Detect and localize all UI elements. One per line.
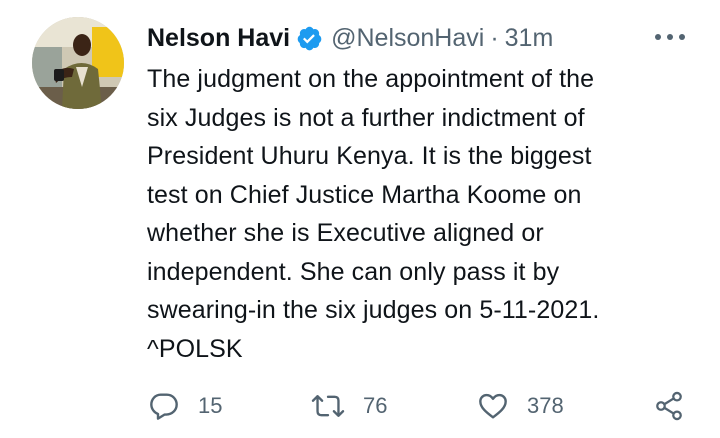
- avatar[interactable]: [32, 17, 124, 109]
- tweet-actions: 15 76 378: [0, 388, 720, 424]
- separator-dot: ·: [490, 23, 499, 52]
- display-name[interactable]: Nelson Havi: [147, 24, 290, 53]
- tweet-text: The judgment on the appointment of the s…: [147, 65, 600, 363]
- like-count: 378: [527, 393, 564, 418]
- retweet-count: 76: [363, 393, 388, 418]
- tweet-header: Nelson Havi @NelsonHavi · 31m: [147, 20, 553, 56]
- user-handle[interactable]: @NelsonHavi: [331, 24, 484, 53]
- timestamp[interactable]: 31m: [505, 24, 554, 53]
- share-button[interactable]: [653, 388, 685, 424]
- retweet-icon: [311, 390, 345, 422]
- like-button[interactable]: 378: [477, 388, 564, 424]
- reply-icon: [148, 390, 180, 422]
- reply-count: 15: [198, 393, 223, 418]
- tweet-card[interactable]: Nelson Havi @NelsonHavi · 31m The judgme…: [0, 0, 720, 438]
- retweet-button[interactable]: 76: [311, 388, 387, 424]
- heart-icon: [477, 390, 509, 422]
- more-options-icon[interactable]: [652, 27, 688, 47]
- reply-button[interactable]: 15: [148, 388, 222, 424]
- avatar-photo: [32, 17, 124, 109]
- verified-badge-icon: [296, 25, 323, 52]
- share-icon: [653, 390, 685, 422]
